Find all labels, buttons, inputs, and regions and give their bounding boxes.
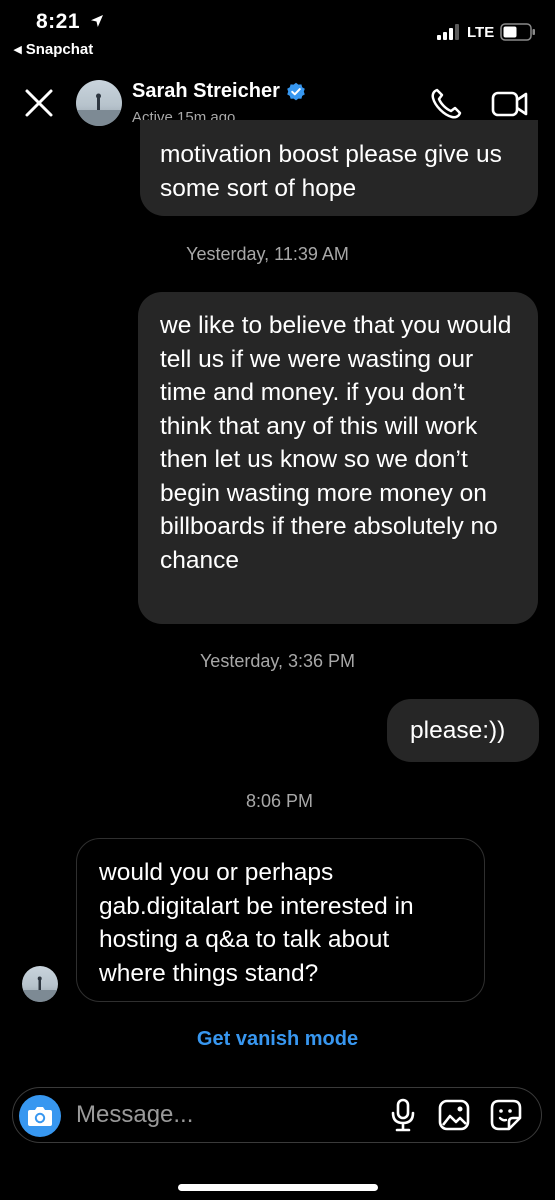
message-timestamp: 8:06 PM <box>245 791 314 811</box>
message-input[interactable] <box>76 1098 366 1132</box>
avatar[interactable] <box>76 80 122 126</box>
contact-name-row[interactable]: Sarah Streicher <box>132 80 306 103</box>
video-camera-icon[interactable] <box>490 86 530 122</box>
verified-badge-icon <box>287 82 305 100</box>
message-timestamp: Yesterday, 11:39 AM <box>186 244 349 264</box>
message-bubble-received[interactable]: would you or perhaps gab.digitalart be i… <box>76 838 485 1002</box>
camera-icon <box>28 1107 52 1126</box>
message-timestamp: Yesterday, 3:36 PM <box>199 651 356 671</box>
sender-avatar[interactable] <box>22 966 58 1002</box>
location-arrow-icon <box>91 15 103 27</box>
signal-icon <box>437 24 459 40</box>
get-vanish-mode-link[interactable]: Get vanish mode <box>0 1028 555 1051</box>
sticker-icon[interactable] <box>490 1099 522 1131</box>
close-icon[interactable] <box>22 86 56 120</box>
gallery-icon[interactable] <box>438 1099 470 1131</box>
camera-button[interactable] <box>19 1095 61 1137</box>
contact-name[interactable]: Sarah Streicher <box>132 80 280 103</box>
message-bubble-sent[interactable]: please:)) <box>387 699 539 762</box>
back-to-app-link[interactable]: ◂ Snapchat <box>14 40 93 58</box>
home-indicator[interactable] <box>178 1184 378 1191</box>
avatar-image <box>76 93 122 126</box>
phone-icon[interactable] <box>428 86 464 122</box>
microphone-icon[interactable] <box>388 1098 418 1132</box>
network-type: LTE <box>467 24 495 41</box>
avatar-image <box>22 976 58 1002</box>
battery-icon <box>500 23 535 41</box>
status-time: 8:21 <box>36 10 81 33</box>
message-bubble-sent[interactable]: we like to believe that you would tell u… <box>138 292 538 624</box>
message-bubble-sent[interactable]: motivation boost please give us some sor… <box>140 120 538 216</box>
